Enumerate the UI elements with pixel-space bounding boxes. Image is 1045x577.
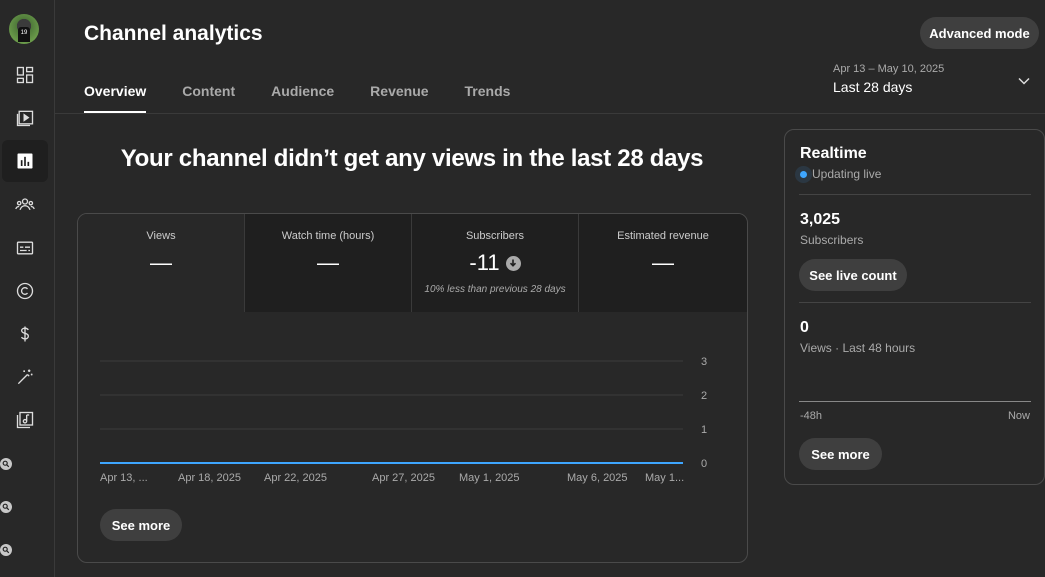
sidebar-item-customization[interactable] — [2, 356, 48, 398]
date-range-selector[interactable]: Apr 13 – May 10, 2025 Last 28 days — [833, 63, 944, 95]
metric-value: — — [317, 250, 339, 275]
views-count: 0 — [800, 319, 809, 336]
earn-icon — [20, 326, 30, 342]
x-tick-label: Apr 27, 2025 — [372, 472, 435, 484]
y-tick-label: 0 — [701, 458, 707, 470]
sidebar-item-earn[interactable] — [2, 313, 48, 355]
x-tick-label: May 6, 2025 — [567, 472, 628, 484]
date-range-dates: Apr 13 – May 10, 2025 — [833, 63, 945, 75]
arrow-down-icon — [505, 255, 521, 271]
x-tick-label: May 1... — [645, 472, 684, 484]
page-title: Channel analytics — [84, 22, 263, 45]
dashboard-icon — [16, 66, 34, 84]
content-icon — [16, 110, 34, 127]
sidebar-item-subtitles[interactable] — [2, 227, 48, 269]
customization-icon — [17, 369, 33, 385]
sidebar-item-copyright[interactable] — [2, 270, 48, 312]
divider — [799, 194, 1031, 195]
metric-estimated-revenue[interactable]: Estimated revenue — — [579, 214, 747, 312]
sidebar-item-analytics[interactable] — [2, 140, 48, 182]
x-tick-label: Apr 22, 2025 — [264, 472, 327, 484]
subtitles-icon — [16, 241, 34, 255]
metric-value: — — [150, 250, 172, 275]
metric-views[interactable]: Views — — [78, 214, 245, 312]
realtime-title: Realtime — [800, 145, 867, 162]
metric-label: Watch time (hours) — [281, 230, 375, 242]
avatar-jersey-number: 19 — [18, 27, 30, 42]
extension-search-icon-2[interactable] — [0, 501, 12, 513]
analytics-tabs: Overview Content Audience Revenue Trends — [84, 83, 546, 113]
tab-revenue[interactable]: Revenue — [370, 83, 428, 113]
views-label: Views · Last 48 hours — [800, 341, 916, 355]
advanced-mode-button[interactable]: Advanced mode — [920, 17, 1039, 49]
metric-value: -11 — [412, 250, 578, 276]
see-more-button[interactable]: See more — [100, 509, 182, 541]
sidebar-item-dashboard[interactable] — [2, 54, 48, 96]
x-tick-label: Apr 18, 2025 — [178, 472, 241, 484]
y-tick-label: 1 — [701, 424, 707, 436]
divider — [799, 302, 1031, 303]
overview-card: Views — Watch time (hours) — Subscribers… — [77, 213, 748, 563]
metric-watch-time[interactable]: Watch time (hours) — — [245, 214, 412, 312]
tab-trends[interactable]: Trends — [465, 83, 511, 113]
sidebar: 19 — [0, 0, 55, 577]
no-views-headline: Your channel didn’t get any views in the… — [120, 145, 704, 172]
metric-subscribers[interactable]: Subscribers -11 10% less than previous 2… — [412, 214, 579, 312]
x-tick-label: May 1, 2025 — [459, 472, 520, 484]
realtime-see-more-button[interactable]: See more — [799, 438, 882, 470]
channel-avatar[interactable]: 19 — [9, 14, 39, 44]
see-live-count-button[interactable]: See live count — [799, 259, 907, 291]
analytics-icon — [17, 153, 33, 169]
header-divider — [55, 113, 1045, 114]
copyright-icon — [16, 282, 34, 300]
live-status-text: Updating live — [812, 167, 882, 181]
tab-overview[interactable]: Overview — [84, 83, 147, 113]
sidebar-item-audio-library[interactable] — [2, 399, 48, 441]
realtime-axis-end: Now — [1007, 410, 1030, 422]
tab-audience[interactable]: Audience — [271, 83, 334, 113]
metric-value: — — [652, 250, 674, 275]
extension-search-icon-1[interactable] — [0, 458, 12, 470]
realtime-chart-baseline — [799, 401, 1031, 402]
extension-search-icon-3[interactable] — [0, 544, 12, 556]
sidebar-item-content[interactable] — [2, 97, 48, 139]
metric-label: Subscribers — [465, 230, 525, 242]
audio-library-icon — [16, 411, 34, 429]
tab-content[interactable]: Content — [182, 83, 235, 113]
subscriber-label: Subscribers — [800, 233, 864, 247]
metric-comparison-note: 10% less than previous 28 days — [424, 284, 566, 295]
date-range-label: Last 28 days — [833, 79, 913, 95]
live-status: Updating live — [800, 167, 881, 181]
realtime-axis-start: -48h — [800, 410, 823, 422]
sidebar-item-community[interactable] — [2, 183, 48, 225]
chevron-down-icon[interactable] — [1017, 74, 1031, 88]
y-tick-label: 2 — [701, 390, 707, 402]
metric-tabs: Views — Watch time (hours) — Subscribers… — [78, 214, 747, 312]
x-tick-label: Apr 13, ... — [100, 472, 148, 484]
views-line-chart: 3 2 1 0 Apr 13, ... Apr 18, 2025 Apr 22, 2025 A… — [100, 356, 707, 484]
community-icon — [15, 198, 35, 211]
realtime-card: Realtime Updating live 3,025 Subscribers… — [784, 129, 1045, 485]
metric-label: Views — [146, 230, 176, 242]
live-dot-icon — [800, 170, 807, 178]
metric-label: Estimated revenue — [617, 230, 709, 242]
y-tick-label: 3 — [701, 356, 707, 368]
subscriber-count: 3,025 — [800, 211, 841, 228]
